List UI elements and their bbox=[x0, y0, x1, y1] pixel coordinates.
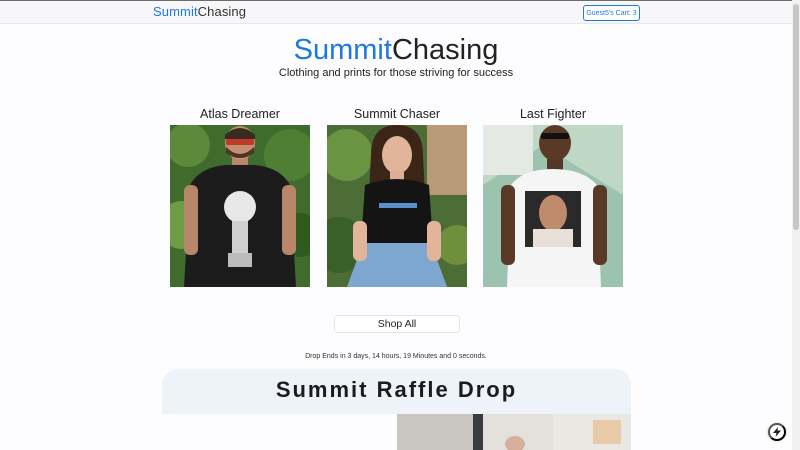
cart-button[interactable]: Guest5's Cart: 3 bbox=[583, 5, 640, 21]
product-name: Summit Chaser bbox=[353, 107, 441, 121]
brand-logo-link[interactable]: SummitChasing bbox=[153, 4, 246, 19]
product-card-atlas-dreamer[interactable]: Atlas Dreamer bbox=[170, 107, 310, 287]
product-photo-atlas-dreamer[interactable] bbox=[170, 125, 310, 287]
product-photo-summit-chaser[interactable] bbox=[327, 125, 467, 287]
top-navbar: SummitChasing Guest5's Cart: 3 bbox=[0, 1, 792, 24]
product-card-summit-chaser[interactable]: Summit Chaser bbox=[327, 107, 467, 287]
product-photo-last-fighter[interactable] bbox=[483, 125, 623, 287]
lightning-bolt-icon[interactable] bbox=[768, 423, 786, 441]
shop-all-button[interactable]: Shop All bbox=[334, 315, 460, 333]
product-card-last-fighter[interactable]: Last Fighter bbox=[483, 107, 623, 287]
brand-part-chasing: Chasing bbox=[197, 4, 247, 19]
product-name: Atlas Dreamer bbox=[200, 107, 280, 121]
raffle-drop-title: Summit Raffle Drop bbox=[275, 377, 518, 402]
brand-part-summit: Summit bbox=[153, 4, 198, 19]
raffle-product-photo[interactable] bbox=[397, 414, 631, 450]
page-scrollbar-thumb[interactable] bbox=[793, 4, 799, 230]
hero-title: SummitChasing bbox=[0, 34, 792, 67]
raffle-drop-section: Summit Raffle Drop bbox=[162, 369, 631, 414]
product-name: Last Fighter bbox=[519, 107, 586, 121]
hero-title-summit: Summit bbox=[293, 34, 392, 66]
hero-title-chasing: Chasing bbox=[391, 34, 499, 66]
drop-countdown-text: Drop Ends in 3 days, 14 hours, 19 Minute… bbox=[305, 353, 487, 360]
hero-subtitle: Clothing and prints for those striving f… bbox=[278, 67, 514, 79]
